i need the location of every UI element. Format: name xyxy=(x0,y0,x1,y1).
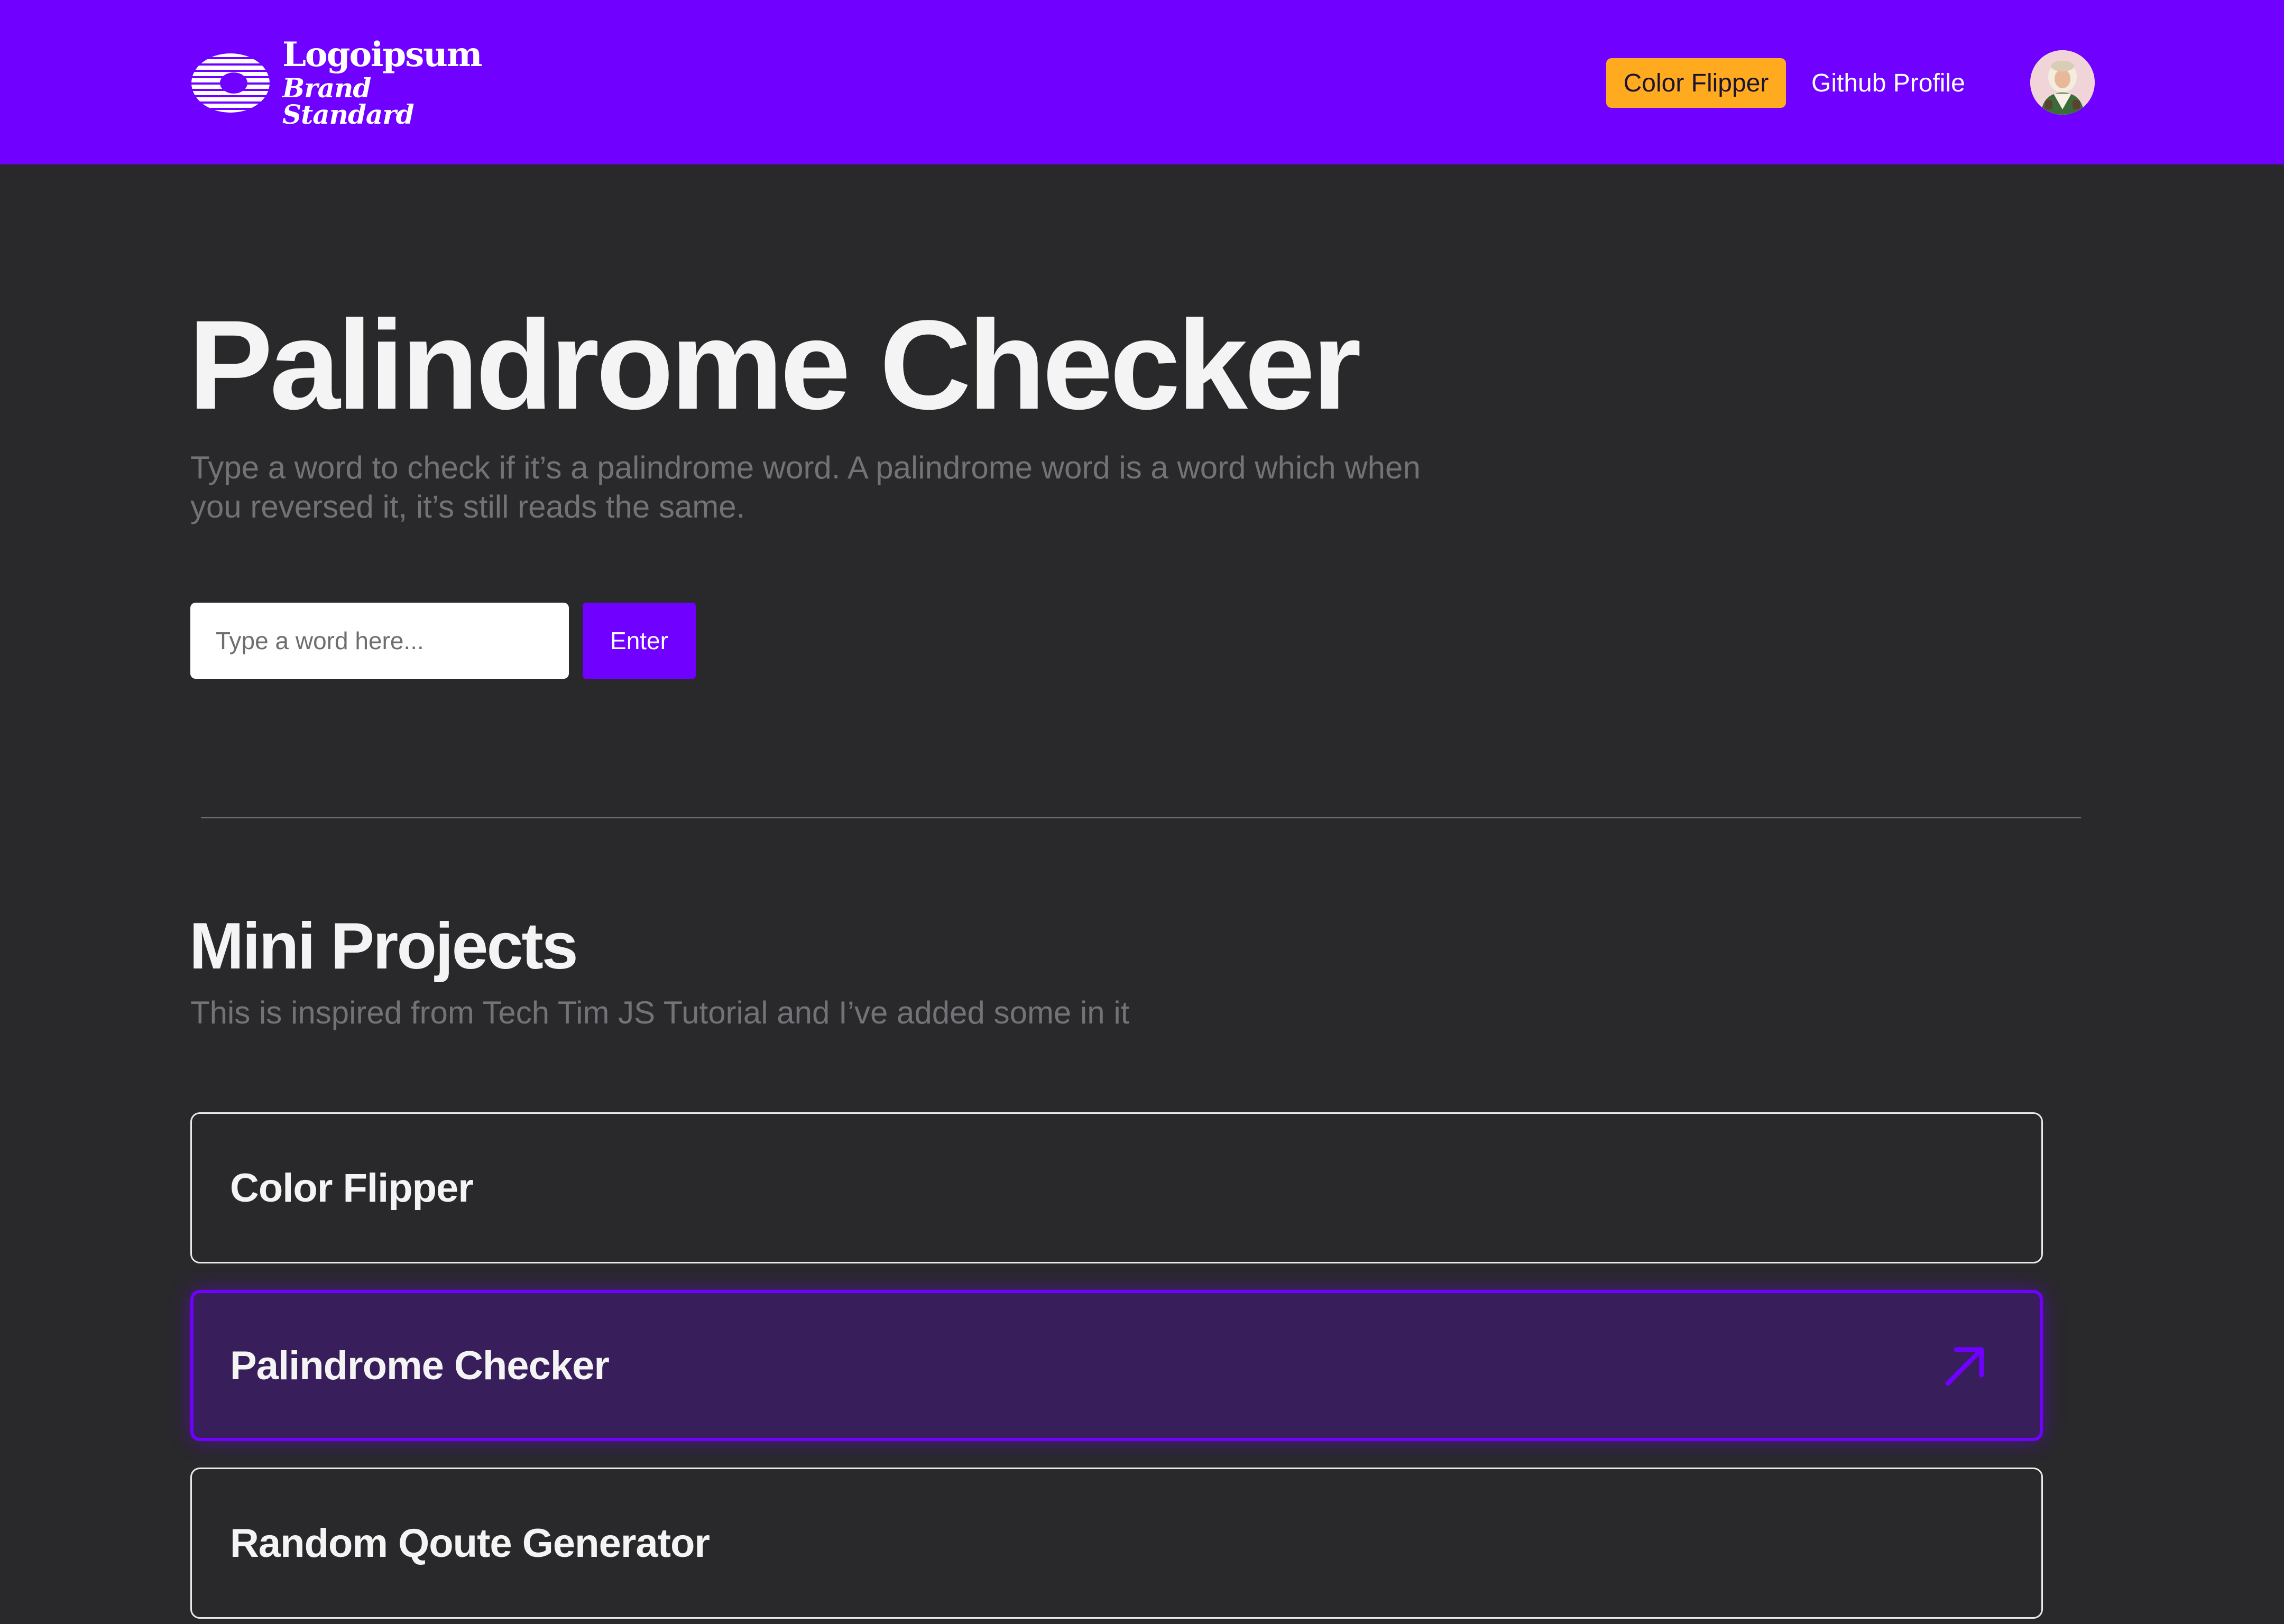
arrow-up-right-icon xyxy=(1945,1347,1984,1386)
avatar[interactable] xyxy=(2030,50,2095,115)
enter-button[interactable]: Enter xyxy=(583,603,696,679)
word-input[interactable] xyxy=(190,603,569,679)
project-card-color-flipper[interactable]: Color Flipper xyxy=(190,1112,2043,1263)
section-description: This is inspired from Tech Tim JS Tutori… xyxy=(190,995,1130,1030)
user-avatar-icon xyxy=(2030,50,2095,115)
project-card-random-quote-generator[interactable]: Random Qoute Generator xyxy=(190,1468,2043,1619)
top-navbar: Logoipsum Brand Standard Color Flipper G… xyxy=(0,0,2284,164)
project-card-label: Color Flipper xyxy=(230,1165,474,1211)
logo-mark-icon xyxy=(191,53,270,113)
project-card-label: Palindrome Checker xyxy=(230,1343,610,1388)
page-title: Palindrome Checker xyxy=(188,294,1361,436)
nav-color-flipper-button[interactable]: Color Flipper xyxy=(1606,58,1786,108)
section-title: Mini Projects xyxy=(189,910,578,983)
page-description: Type a word to check if it’s a palindrom… xyxy=(190,450,1421,524)
nav-github-profile-link[interactable]: Github Profile xyxy=(1811,58,1965,108)
section-divider xyxy=(201,817,2081,818)
project-card-label: Random Qoute Generator xyxy=(230,1520,710,1566)
logo[interactable]: Logoipsum Brand Standard xyxy=(190,38,482,128)
logo-name: Logoipsum xyxy=(282,35,482,75)
project-card-palindrome-checker[interactable]: Palindrome Checker xyxy=(190,1290,2043,1441)
logo-tagline: Brand Standard xyxy=(282,72,415,130)
